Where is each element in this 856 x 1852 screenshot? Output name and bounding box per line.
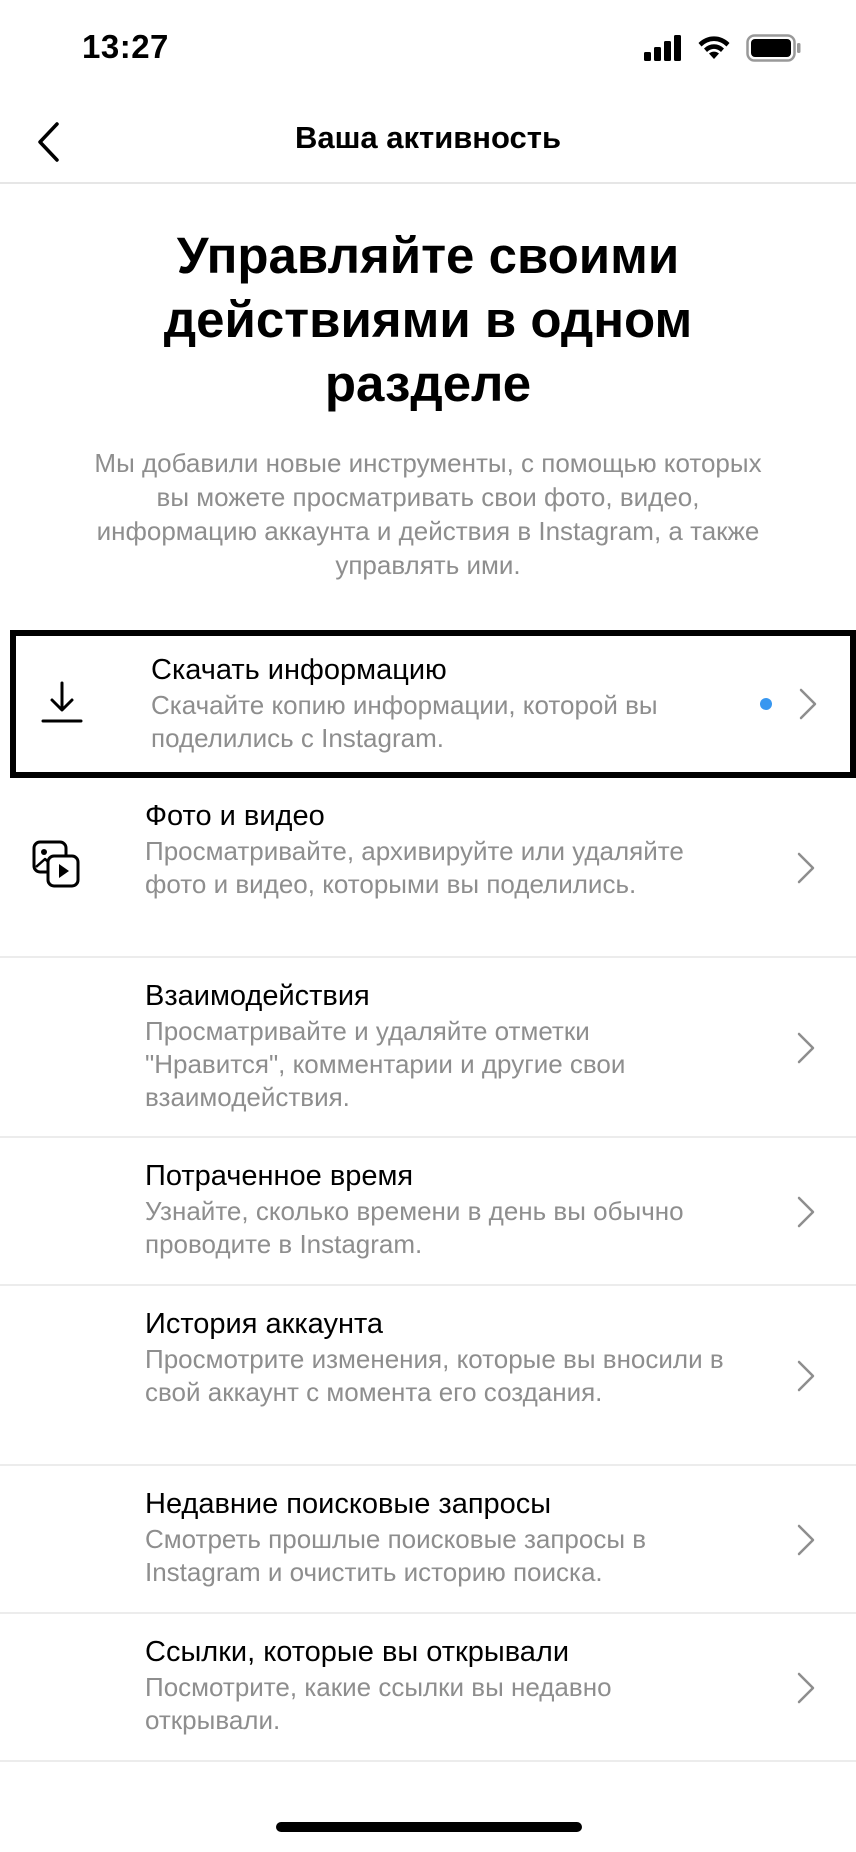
screen: 13:27 Ваша активность Управляйте своими …: [0, 0, 856, 1852]
battery-icon: [746, 34, 801, 62]
status-bar: 13:27: [0, 0, 856, 100]
list-item-title: Взаимодействия: [145, 980, 370, 1012]
chevron-right-icon: [797, 1196, 815, 1228]
list-item-description: Смотреть прошлые поисковые запросы в Ins…: [145, 1524, 647, 1587]
list-item-texts: Фото и видео Просматривайте, архивируйте…: [145, 798, 725, 901]
status-time: 13:27: [82, 28, 169, 65]
list-item-download-info[interactable]: Скачать информацию Скачайте копию информ…: [10, 630, 856, 778]
status-icons: [644, 34, 802, 62]
page-title: Ваша активность: [294, 120, 562, 155]
signal-icon: [644, 35, 681, 61]
list-item-description: Скачайте копию информации, которой вы по…: [151, 690, 658, 753]
activity-list: Скачать информацию Скачайте копию информ…: [0, 630, 856, 1762]
list-item-title: Потраченное время: [145, 1160, 414, 1192]
download-icon: [36, 676, 88, 728]
list-item-description: Узнайте, сколько времени в день вы обычн…: [145, 1196, 684, 1259]
chevron-right-icon: [799, 688, 817, 720]
list-item-interactions[interactable]: Взаимодействия Просматривайте и удаляйте…: [0, 958, 856, 1138]
list-item-title: Ссылки, которые вы открывали: [145, 1636, 570, 1668]
list-item-description: Посмотрите, какие ссылки вы недавно откр…: [145, 1672, 612, 1735]
list-item-photos-videos[interactable]: Фото и видео Просматривайте, архивируйте…: [0, 778, 856, 958]
chevron-right-icon: [797, 1672, 815, 1704]
list-item-visited-links[interactable]: Ссылки, которые вы открывали Посмотрите,…: [0, 1614, 856, 1762]
list-item-title: Фото и видео: [145, 800, 325, 832]
chevron-right-icon: [797, 1360, 815, 1392]
intro-text: Мы добавили новые инструменты, с помощью…: [94, 448, 762, 580]
nav-header: Ваша активность: [0, 100, 856, 184]
list-item-texts: Взаимодействия Просматривайте и удаляйте…: [145, 978, 725, 1114]
list-item-texts: Скачать информацию Скачайте копию информ…: [151, 652, 731, 755]
list-item-texts: Потраченное время Узнайте, сколько време…: [145, 1158, 725, 1261]
photo-video-icon: [30, 838, 82, 890]
list-item-title: Недавние поисковые запросы: [145, 1488, 552, 1520]
home-indicator[interactable]: [276, 1822, 582, 1832]
chevron-right-icon: [797, 1032, 815, 1064]
chevron-right-icon: [797, 1524, 815, 1556]
list-item-title: Скачать информацию: [151, 654, 447, 686]
list-item-recent-searches[interactable]: Недавние поисковые запросы Смотреть прош…: [0, 1466, 856, 1614]
list-item-title: История аккаунта: [145, 1308, 384, 1340]
list-item-description: Просматривайте, архивируйте или удаляйте…: [145, 836, 684, 899]
wifi-icon: [698, 36, 730, 59]
intro-title: Управляйте своими действиями в одном раз…: [163, 227, 693, 412]
chevron-right-icon: [797, 852, 815, 884]
list-item-time-spent[interactable]: Потраченное время Узнайте, сколько време…: [0, 1138, 856, 1286]
list-item-account-history[interactable]: История аккаунта Просмотрите изменения, …: [0, 1286, 856, 1466]
list-item-description: Просматривайте и удаляйте отметки "Нрави…: [145, 1016, 626, 1112]
new-indicator-dot: [760, 698, 772, 710]
list-item-texts: Недавние поисковые запросы Смотреть прош…: [145, 1486, 725, 1589]
list-item-description: Просмотрите изменения, которые вы вносил…: [145, 1344, 724, 1407]
list-item-texts: История аккаунта Просмотрите изменения, …: [145, 1306, 725, 1409]
list-item-texts: Ссылки, которые вы открывали Посмотрите,…: [145, 1634, 725, 1737]
